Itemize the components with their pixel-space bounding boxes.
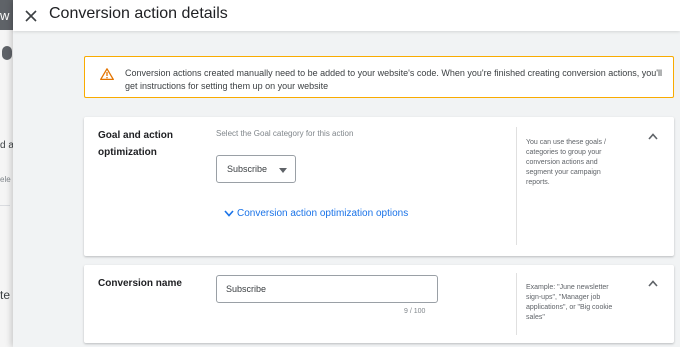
background-top-letter: w [0,8,10,23]
background-text-fragment: te [0,288,11,302]
chevron-up-icon [648,132,658,140]
panel-header: Conversion action details [13,0,680,31]
goal-category-value: Subscribe [227,164,268,174]
goal-category-helper: Select the Goal category for this action [216,129,354,138]
section-divider [516,127,517,245]
close-icon[interactable] [25,10,37,22]
background-text-fragment: d a [0,140,14,151]
conversion-name-label: Conversion name [98,278,182,289]
optimization-options-label: Conversion action optimization options [237,208,409,219]
warning-icon [100,68,114,80]
name-side-note: Example: "June newsletter sign-ups", "Ma… [526,284,613,321]
chevron-down-icon [224,210,234,217]
background-divider [0,205,10,206]
goal-category-dropdown[interactable]: Subscribe [216,155,296,183]
warning-banner: Conversion actions created manually need… [84,56,674,98]
warning-text: Conversion actions created manually need… [125,68,662,91]
conversion-name-card: Conversion name 9 / 100 Example: "June n… [84,265,674,343]
close-button[interactable] [21,6,41,26]
conversion-action-panel: Conversion action details Conversion act… [13,0,680,347]
conversion-name-input[interactable] [216,275,438,303]
chevron-up-icon [648,279,658,287]
character-count: 9 / 100 [404,308,426,315]
name-collapse-button[interactable] [645,275,661,291]
panel-title: Conversion action details [49,5,228,22]
goal-side-note: You can use these goals / categories to … [526,139,606,186]
optimization-options-link[interactable]: Conversion action optimization options [224,208,408,219]
goal-collapse-button[interactable] [645,128,661,144]
caret-down-icon [279,168,287,173]
goal-section-label: Goal and action optimization [98,130,174,158]
section-divider [516,273,517,335]
goal-optimization-card: Goal and action optimization Select the … [84,117,674,256]
background-text-fragment: ele [0,175,11,184]
background-avatar [2,46,12,60]
